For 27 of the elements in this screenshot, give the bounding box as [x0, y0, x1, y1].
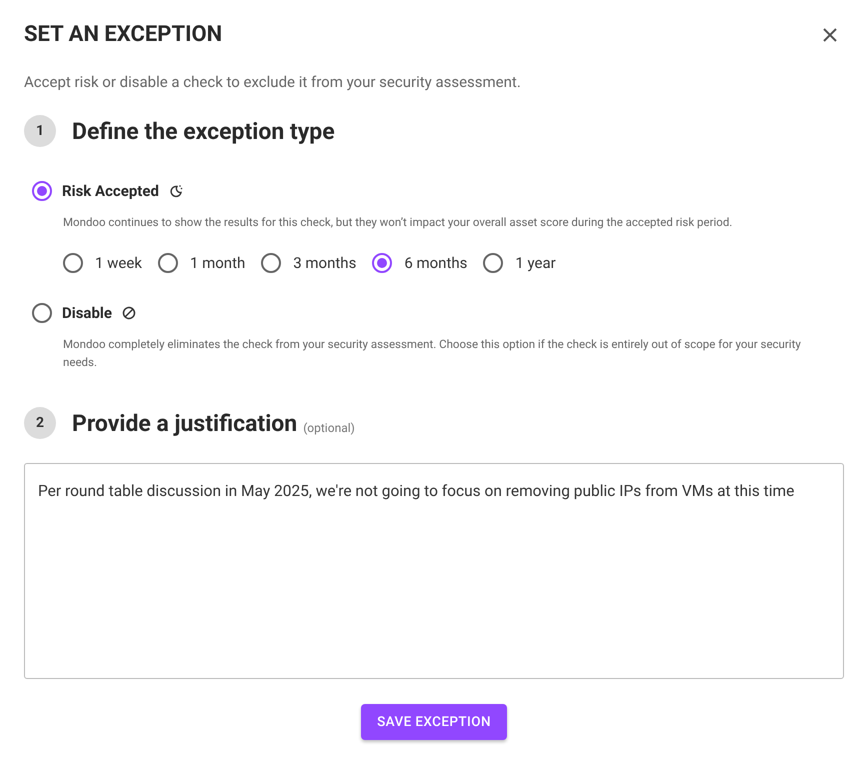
save-exception-button[interactable]: SAVE EXCEPTION — [361, 704, 507, 740]
radio-button[interactable] — [261, 253, 282, 273]
step-heading: Provide a justification — [72, 410, 298, 436]
radio-button[interactable] — [483, 253, 504, 273]
radio-button[interactable] — [63, 253, 83, 273]
optional-note: (optional) — [303, 421, 355, 435]
step-number: 1 — [24, 115, 56, 147]
radio-button[interactable] — [32, 303, 52, 323]
option-label: Risk Accepted — [62, 182, 159, 200]
radio-button[interactable] — [32, 181, 52, 201]
dialog-title: SET AN EXCEPTION — [24, 22, 222, 47]
dialog-subtitle: Accept risk or disable a check to exclude it from your security assessment. — [24, 73, 522, 91]
justification-field[interactable]: Per round table discussion in May 2025, we're not going to focus on removing public IPs from VMs at this time — [24, 463, 844, 679]
option-label: Disable — [62, 304, 112, 322]
period-label: 1 week — [95, 254, 142, 272]
radio-button[interactable] — [158, 253, 178, 273]
step-number: 2 — [24, 407, 56, 439]
period-label: 1 month — [190, 254, 246, 272]
step-heading: Define the exception type — [72, 118, 335, 144]
period-label: 3 months — [293, 254, 356, 272]
period-label: 6 months — [404, 254, 468, 272]
radio-button[interactable] — [372, 253, 392, 273]
period-label: 1 year — [515, 254, 556, 272]
blocked-icon — [122, 306, 136, 320]
option-description: Mondoo completely eliminates the check from your security assessment. Choose this option if the check is entirely out of scope for your security needs. — [63, 336, 802, 371]
moon-icon — [168, 184, 183, 198]
option-description: Mondoo continues to show the results for this check, but they won’t impact your overall asset score during the accepted risk period. — [63, 214, 734, 231]
